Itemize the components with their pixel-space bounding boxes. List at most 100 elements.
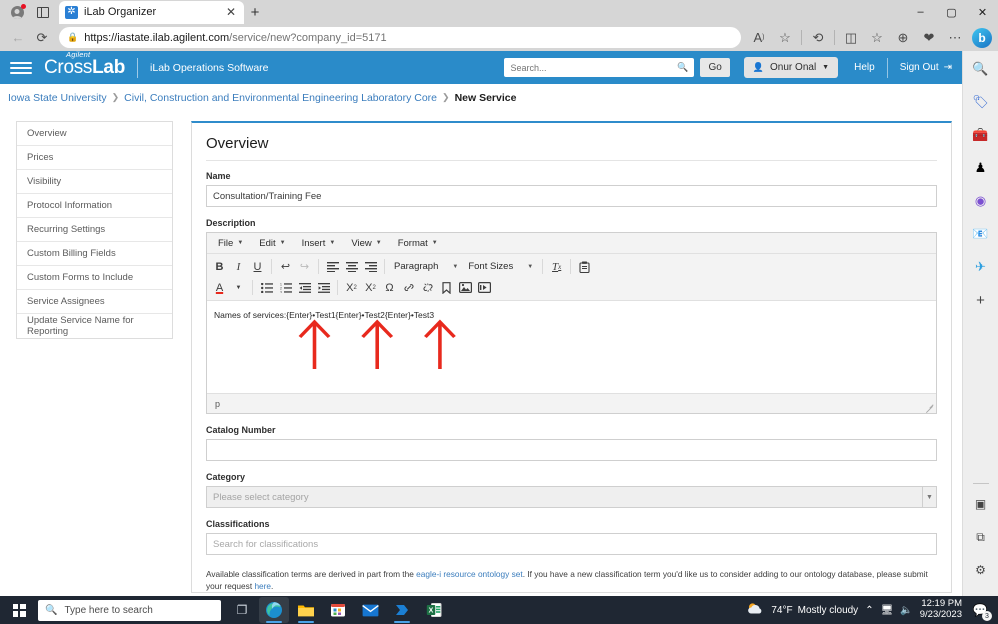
shopping-icon[interactable]: ❤ (916, 27, 942, 49)
sidebar-item-custom-forms-to-include[interactable]: Custom Forms to Include (17, 266, 172, 290)
mail-icon[interactable] (355, 597, 385, 623)
outlook-icon[interactable]: 📧 (968, 221, 994, 247)
search-input[interactable] (510, 62, 678, 73)
excel-icon[interactable]: X (419, 597, 449, 623)
menu-insert[interactable]: Insert ▼ (295, 236, 343, 251)
menu-view[interactable]: View ▼ (344, 236, 388, 251)
text-color-caret-icon[interactable]: ▼ (229, 278, 248, 297)
tab-actions-button[interactable] (30, 1, 56, 23)
microsoft-edge-icon[interactable] (259, 597, 289, 623)
increase-indent-icon[interactable] (314, 278, 333, 297)
weather-widget[interactable]: 74°F Mostly cloudy (746, 602, 858, 619)
superscript-icon[interactable]: X2 (361, 278, 380, 297)
sidebar-settings-icon[interactable]: ⚙ (968, 557, 994, 583)
subscript-icon[interactable]: X2 (342, 278, 361, 297)
task-view-icon[interactable]: ❐ (227, 597, 257, 623)
help-link[interactable]: Help (854, 62, 875, 73)
network-icon[interactable]: 🖥 (881, 605, 894, 616)
name-input[interactable]: Consultation/Training Fee (206, 185, 937, 207)
unlink-icon[interactable] (418, 278, 437, 297)
sidebar-item-visibility[interactable]: Visibility (17, 170, 172, 194)
sidebar-item-service-assignees[interactable]: Service Assignees (17, 290, 172, 314)
more-options-icon[interactable]: ⋯ (942, 27, 968, 49)
minimize-button[interactable]: – (905, 0, 936, 24)
go-button[interactable]: Go (700, 58, 730, 77)
align-center-icon[interactable] (342, 257, 361, 276)
maximize-button[interactable]: ▢ (936, 0, 967, 24)
browser-essentials-icon[interactable]: ⊕ (890, 27, 916, 49)
chevron-down-icon[interactable]: ▼ (922, 487, 936, 507)
search-input-wrap[interactable]: 🔍 (504, 58, 695, 77)
paste-as-text-icon[interactable] (575, 257, 594, 276)
favorite-star-icon[interactable]: ☆ (772, 27, 798, 49)
microsoft-designer-icon[interactable]: ◉ (968, 188, 994, 214)
undo-icon[interactable]: ↩ (276, 257, 295, 276)
collections-icon[interactable]: ☆ (864, 27, 890, 49)
bold-icon[interactable]: B (210, 257, 229, 276)
search-sidebar-icon[interactable]: 🔍 (968, 56, 994, 82)
bullet-list-icon[interactable] (257, 278, 276, 297)
italic-icon[interactable]: I (229, 257, 248, 276)
insert-media-icon[interactable] (475, 278, 494, 297)
close-icon[interactable]: ✕ (224, 6, 238, 18)
file-explorer-icon[interactable] (291, 597, 321, 623)
breadcrumb-item-university[interactable]: Iowa State University (8, 92, 107, 104)
sidebar-item-recurring-settings[interactable]: Recurring Settings (17, 218, 172, 242)
underline-icon[interactable]: U (248, 257, 267, 276)
taskbar-search-input[interactable]: 🔍 Type here to search (38, 599, 221, 621)
taskbar-clock[interactable]: 12:19 PM 9/23/2023 (920, 598, 962, 621)
open-in-new-window-icon[interactable]: ⧉ (968, 524, 994, 550)
telegram-icon[interactable]: ✈ (968, 254, 994, 280)
crosslab-logo[interactable]: Agilent Cross Lab (44, 51, 125, 79)
power-automate-icon[interactable] (387, 597, 417, 623)
browser-tab[interactable]: iLab Organizer ✕ (59, 0, 244, 24)
tools-icon[interactable]: 🧰 (968, 122, 994, 148)
split-screen-icon[interactable]: ◫ (838, 27, 864, 49)
breadcrumb-item-core[interactable]: Civil, Construction and Environmental En… (124, 92, 437, 104)
paragraph-format-dropdown[interactable]: Paragraph ▼ (389, 257, 463, 276)
classifications-input[interactable]: Search for classifications (206, 533, 937, 555)
sidebar-item-overview[interactable]: Overview (17, 122, 172, 146)
text-color-icon[interactable]: A (210, 278, 229, 297)
notifications-icon[interactable]: 💬 3 (969, 600, 992, 621)
sign-out-link[interactable]: Sign Out ⇥ (900, 62, 952, 73)
numbered-list-icon[interactable]: 123 (276, 278, 295, 297)
new-tab-button[interactable]: + (244, 1, 266, 23)
anchor-icon[interactable] (437, 278, 456, 297)
align-left-icon[interactable] (323, 257, 342, 276)
menu-edit[interactable]: Edit ▼ (252, 236, 292, 251)
volume-icon[interactable]: 🔈 (900, 605, 912, 616)
add-sidebar-app-icon[interactable]: + (968, 287, 994, 313)
insert-image-icon[interactable] (456, 278, 475, 297)
align-right-icon[interactable] (361, 257, 380, 276)
games-icon[interactable]: ♟ (968, 155, 994, 181)
editor-content-area[interactable]: Names of services:{Enter}•Test1{Enter}•T… (207, 301, 936, 393)
menu-icon[interactable] (10, 61, 32, 74)
user-menu-button[interactable]: 👤 Onur Onal ▼ (743, 57, 839, 78)
microsoft-store-icon[interactable] (323, 597, 353, 623)
decrease-indent-icon[interactable] (295, 278, 314, 297)
address-input[interactable]: 🔒 https://iastate.ilab.agilent.com/servi… (59, 27, 741, 48)
shopping-tag-icon[interactable]: 🏷 (968, 89, 994, 115)
editor-resize-handle[interactable] (925, 402, 934, 411)
windows-start-icon[interactable] (2, 596, 36, 624)
sidebar-item-protocol-information[interactable]: Protocol Information (17, 194, 172, 218)
back-icon[interactable]: ← (6, 27, 30, 49)
special-character-icon[interactable]: Ω (380, 278, 399, 297)
window-close-button[interactable]: ✕ (967, 0, 998, 24)
insert-link-icon[interactable] (399, 278, 418, 297)
clear-formatting-icon[interactable]: Tx (547, 257, 566, 276)
bing-copilot-icon[interactable]: b (972, 27, 992, 48)
chevron-up-icon[interactable]: ⌃ (865, 605, 873, 616)
catalog-number-input[interactable] (206, 439, 937, 461)
sidebar-item-prices[interactable]: Prices (17, 146, 172, 170)
eagle-i-link[interactable]: eagle-i resource ontology set (416, 569, 523, 579)
sidebar-item-update-service-name-for-reporting[interactable]: Update Service Name for Reporting (17, 314, 172, 338)
split-pane-icon[interactable]: ▣ (968, 491, 994, 517)
profile-button[interactable] (4, 1, 30, 23)
menu-format[interactable]: Format ▼ (391, 236, 445, 251)
refresh-icon[interactable]: ⟳ (30, 27, 54, 49)
sidebar-item-custom-billing-fields[interactable]: Custom Billing Fields (17, 242, 172, 266)
history-icon[interactable]: ⟲ (805, 27, 831, 49)
category-select[interactable]: Please select category ▼ (206, 486, 937, 508)
